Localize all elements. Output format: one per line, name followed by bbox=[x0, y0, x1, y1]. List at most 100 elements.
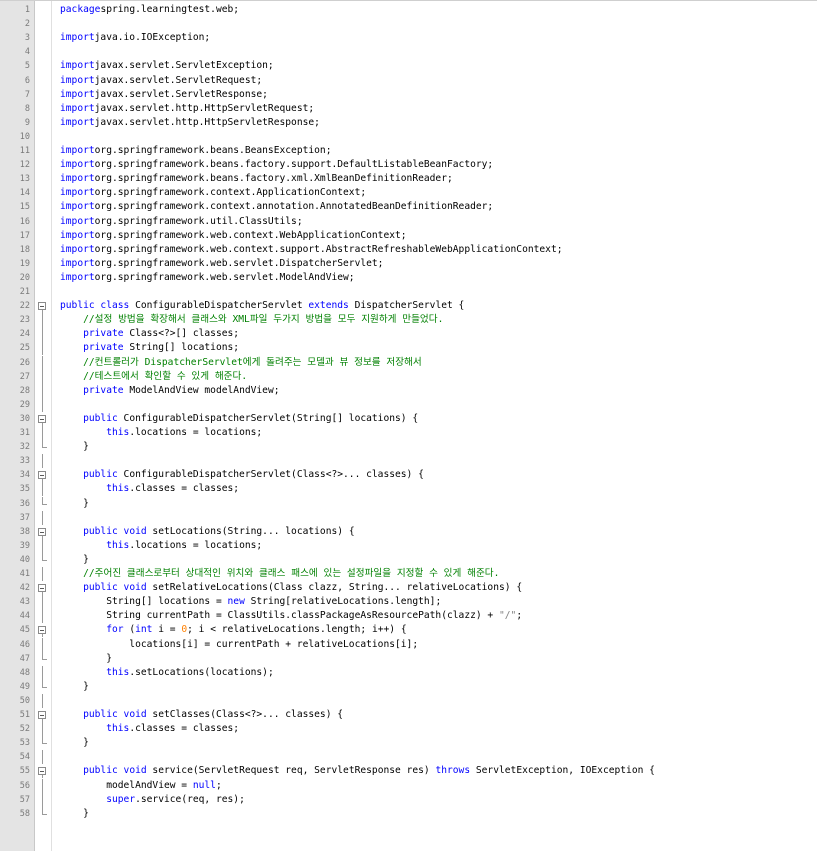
code-line[interactable]: 6 importjavax.servlet.ServletRequest; bbox=[0, 74, 817, 88]
code-line[interactable]: 11 importorg.springframework.beans.BeansE… bbox=[0, 144, 817, 158]
code-line[interactable]: 44 String currentPath = ClassUtils.class… bbox=[0, 609, 817, 624]
code-line[interactable]: 49 } bbox=[0, 679, 817, 694]
code-line[interactable]: 37 bbox=[0, 510, 817, 525]
line-number: 10 bbox=[19, 131, 30, 142]
code-line[interactable]: 50 bbox=[0, 693, 817, 708]
code-line[interactable]: 35 this.classes = classes; bbox=[0, 482, 817, 497]
code-text: importjavax.servlet.ServletResponse; bbox=[60, 88, 268, 102]
fold-toggle-icon[interactable] bbox=[35, 764, 51, 779]
code-line[interactable]: 9 importjavax.servlet.http.HttpServletRes… bbox=[0, 116, 817, 130]
code-line[interactable]: 56 modelAndView = null; bbox=[0, 778, 817, 793]
fold-toggle-icon[interactable] bbox=[35, 623, 51, 638]
code-line[interactable]: 17 importorg.springframework.web.context.… bbox=[0, 229, 817, 243]
code-line[interactable]: 31 this.locations = locations; bbox=[0, 426, 817, 441]
code-line[interactable]: 29 bbox=[0, 397, 817, 412]
code-line[interactable]: 53 } bbox=[0, 736, 817, 750]
code-line[interactable]: 52 this.classes = classes; bbox=[0, 722, 817, 737]
code-line[interactable]: 51 public void setClasses(Class<?>... cl… bbox=[0, 708, 817, 723]
line-number: 8 bbox=[24, 103, 30, 114]
keyword-token: this bbox=[106, 483, 130, 495]
code-line[interactable]: 39 this.locations = locations; bbox=[0, 538, 817, 553]
line-number: 47 bbox=[19, 653, 30, 664]
fold-toggle-icon[interactable] bbox=[35, 708, 51, 723]
keyword-token: import bbox=[60, 116, 95, 128]
fold-end-icon bbox=[35, 679, 51, 694]
code-line[interactable]: 5 importjavax.servlet.ServletException; bbox=[0, 59, 817, 73]
code-line[interactable]: 40 } bbox=[0, 552, 817, 567]
code-line[interactable]: 20 importorg.springframework.web.servlet.… bbox=[0, 271, 817, 285]
code-line[interactable]: 10 bbox=[0, 130, 817, 144]
code-line[interactable]: 19 importorg.springframework.web.servlet.… bbox=[0, 257, 817, 271]
line-number: 18 bbox=[19, 244, 30, 255]
fold-line-icon bbox=[35, 383, 51, 398]
code-line[interactable]: 57 super.service(req, res); bbox=[0, 792, 817, 807]
code-line[interactable]: 16 importorg.springframework.util.ClassUt… bbox=[0, 215, 817, 229]
fold-toggle-icon[interactable] bbox=[35, 468, 51, 483]
fold-toggle-icon[interactable] bbox=[35, 581, 51, 596]
keyword-token: public void bbox=[83, 765, 147, 777]
comment-token: //컨트롤러가 DispatcherServlet에게 돌려주는 모델과 뷰 정… bbox=[83, 356, 422, 368]
code-text: public void setClasses(Class<?>... class… bbox=[60, 708, 343, 722]
code-line[interactable]: 54 bbox=[0, 750, 817, 765]
code-line[interactable]: 22 public class ConfigurableDispatcherSer… bbox=[0, 299, 817, 314]
code-line[interactable]: 36 } bbox=[0, 496, 817, 511]
code-line[interactable]: 45 for (int i = 0; i < relativeLocations… bbox=[0, 623, 817, 638]
fold-toggle-icon[interactable] bbox=[35, 525, 51, 539]
code-line[interactable]: 3 importjava.io.IOException; bbox=[0, 31, 817, 45]
code-line[interactable]: 28 private ModelAndView modelAndView; bbox=[0, 383, 817, 398]
code-line[interactable]: 7 importjavax.servlet.ServletResponse; bbox=[0, 88, 817, 102]
code-text: public ConfigurableDispatcherServlet(Str… bbox=[60, 412, 418, 426]
code-line[interactable]: 26 //컨트롤러가 DispatcherServlet에게 돌려주는 모델과 … bbox=[0, 355, 817, 370]
code-line[interactable]: 13 importorg.springframework.beans.factor… bbox=[0, 172, 817, 186]
code-line[interactable]: 8 importjavax.servlet.http.HttpServletReq… bbox=[0, 102, 817, 116]
line-number: 41 bbox=[19, 569, 30, 579]
code-line[interactable]: 47 } bbox=[0, 651, 817, 666]
code-line[interactable]: 30 public ConfigurableDispatcherServlet(… bbox=[0, 412, 817, 426]
code-text: //테스트에서 확인할 수 있게 해준다. bbox=[60, 370, 247, 384]
line-number: 28 bbox=[19, 385, 30, 396]
code-line[interactable]: 38 public void setLocations(String... lo… bbox=[0, 525, 817, 539]
line-number: 50 bbox=[19, 695, 30, 706]
line-number: 11 bbox=[19, 146, 30, 156]
code-line[interactable]: 46 locations[i] = currentPath + relative… bbox=[0, 637, 817, 652]
code-line[interactable]: 55 public void service(ServletRequest re… bbox=[0, 764, 817, 779]
code-line[interactable]: 24 private Class<?>[] classes; bbox=[0, 327, 817, 342]
keyword-token: null bbox=[192, 779, 216, 791]
code-token: Class<?>[] classes; bbox=[123, 328, 240, 340]
code-line[interactable]: 23 //설정 방법을 확장해서 클래스와 XML파일 두가지 방법을 모두 지… bbox=[0, 313, 817, 328]
fold-toggle-icon[interactable] bbox=[35, 412, 51, 426]
code-line[interactable]: 27 //테스트에서 확인할 수 있게 해준다. bbox=[0, 369, 817, 384]
code-line[interactable]: 34 public ConfigurableDispatcherServlet(… bbox=[0, 468, 817, 483]
code-token: String currentPath = ClassUtils.classPac… bbox=[60, 610, 499, 622]
code-line[interactable]: 1 packagespring.learningtest.web; bbox=[0, 3, 817, 17]
code-line[interactable]: 4 bbox=[0, 45, 817, 59]
keyword-token: import bbox=[60, 215, 95, 227]
code-line[interactable]: 43 String[] locations = new String[relat… bbox=[0, 595, 817, 610]
fold-line-icon bbox=[35, 510, 51, 525]
code-token: .classes = classes; bbox=[129, 723, 240, 735]
code-line[interactable]: 32 } bbox=[0, 440, 817, 454]
code-line[interactable]: 41 //주어진 클래스로부터 상대적인 위치와 클래스 패스에 있는 설정파일… bbox=[0, 567, 817, 582]
code-text: //설정 방법을 확장해서 클래스와 XML파일 두가지 방법을 모두 지원하게… bbox=[60, 313, 443, 327]
code-line[interactable]: 18 importorg.springframework.web.context.… bbox=[0, 243, 817, 257]
code-token: modelAndView = bbox=[60, 779, 193, 791]
code-line[interactable]: 25 private String[] locations; bbox=[0, 341, 817, 356]
code-editor[interactable]: 1 packagespring.learningtest.web; 2 3 import… bbox=[0, 0, 817, 851]
code-line[interactable]: 2 bbox=[0, 17, 817, 31]
code-line[interactable]: 12 importorg.springframework.beans.factor… bbox=[0, 158, 817, 172]
code-text: locations[i] = currentPath + relativeLoc… bbox=[60, 638, 418, 652]
code-line[interactable]: 48 this.setLocations(locations); bbox=[0, 665, 817, 680]
code-line[interactable]: 21 bbox=[0, 285, 817, 299]
fold-line-icon bbox=[35, 567, 51, 582]
code-line[interactable]: 33 bbox=[0, 454, 817, 469]
line-number: 52 bbox=[19, 724, 30, 735]
code-line[interactable]: 58 } bbox=[0, 806, 817, 821]
code-line[interactable]: 15 importorg.springframework.context.anno… bbox=[0, 200, 817, 214]
code-token: ; i < relativeLocations.length; i++) { bbox=[187, 624, 407, 636]
fold-toggle-icon[interactable] bbox=[35, 299, 51, 314]
code-line[interactable]: 42 public void setRelativeLocations(Clas… bbox=[0, 581, 817, 596]
code-line[interactable]: 14 importorg.springframework.context.Appl… bbox=[0, 186, 817, 200]
keyword-token: import bbox=[60, 271, 95, 283]
